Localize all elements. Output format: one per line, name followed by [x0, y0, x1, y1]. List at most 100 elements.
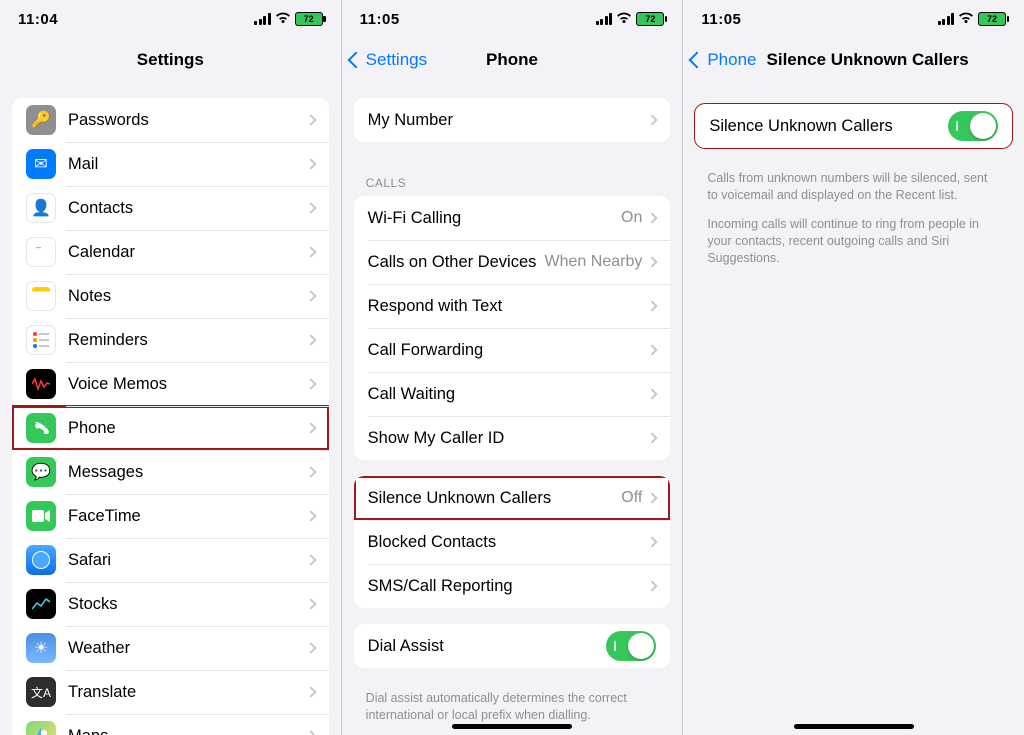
call-forwarding-row[interactable]: Call Forwarding	[354, 328, 671, 372]
mail-icon: ✉︎	[26, 149, 56, 179]
safari-icon	[26, 545, 56, 575]
sms-call-reporting-row[interactable]: SMS/Call Reporting	[354, 564, 671, 608]
chevron-left-icon	[347, 51, 364, 68]
battery-icon: 72	[295, 12, 323, 26]
nav-title: Settings	[137, 50, 204, 70]
chevron-right-icon	[305, 642, 316, 653]
notes-icon	[26, 281, 56, 311]
chevron-right-icon	[647, 114, 658, 125]
silence-unknown-callers-row[interactable]: Silence Unknown CallersOff	[354, 476, 671, 520]
back-button[interactable]: Settings	[350, 38, 427, 81]
wifi-calling-row[interactable]: Wi-Fi CallingOn	[354, 196, 671, 240]
settings-row-passwords[interactable]: 🔑Passwords	[12, 98, 329, 142]
settings-pane: 11:04 72 Settings 🔑Passwords ✉︎Mail 👤Con…	[0, 0, 342, 735]
key-icon: 🔑	[26, 105, 56, 135]
show-caller-id-row[interactable]: Show My Caller ID	[354, 416, 671, 460]
battery-icon: 72	[978, 12, 1006, 26]
chevron-right-icon	[647, 388, 658, 399]
settings-row-mail[interactable]: ✉︎Mail	[12, 142, 329, 186]
calls-other-devices-row[interactable]: Calls on Other DevicesWhen Nearby	[354, 240, 671, 284]
calendar-icon: –14	[26, 237, 56, 267]
settings-row-notes[interactable]: Notes	[12, 274, 329, 318]
chevron-right-icon	[305, 158, 316, 169]
silence-unknown-callers-toggle[interactable]	[948, 111, 998, 141]
battery-icon: 72	[636, 12, 664, 26]
status-time: 11:04	[18, 11, 58, 28]
wifi-icon	[275, 11, 291, 28]
settings-row-weather[interactable]: ☀︎Weather	[12, 626, 329, 670]
settings-row-maps[interactable]: Maps	[12, 714, 329, 735]
nav-bar: Settings Phone	[342, 38, 683, 82]
chevron-right-icon	[305, 202, 316, 213]
weather-icon: ☀︎	[26, 633, 56, 663]
silence-unknown-callers-toggle-row: Silence Unknown Callers	[695, 104, 1012, 148]
messages-icon: 💬	[26, 457, 56, 487]
wifi-icon	[616, 11, 632, 28]
settings-row-phone[interactable]: Phone	[12, 406, 329, 450]
blocked-contacts-row[interactable]: Blocked Contacts	[354, 520, 671, 564]
chevron-right-icon	[647, 580, 658, 591]
signal-icon	[254, 13, 271, 25]
signal-icon	[596, 13, 613, 25]
chevron-right-icon	[647, 344, 658, 355]
status-time: 11:05	[701, 11, 741, 28]
voice-memos-icon	[26, 369, 56, 399]
settings-row-contacts[interactable]: 👤Contacts	[12, 186, 329, 230]
chevron-right-icon	[305, 378, 316, 389]
status-bar: 11:05 72	[683, 0, 1024, 38]
nav-title: Silence Unknown Callers	[767, 50, 969, 70]
chevron-right-icon	[647, 300, 658, 311]
settings-row-reminders[interactable]: Reminders	[12, 318, 329, 362]
nav-bar: Settings	[0, 38, 341, 82]
chevron-right-icon	[305, 246, 316, 257]
status-bar: 11:04 72	[0, 0, 341, 38]
my-number-row[interactable]: My Number	[354, 98, 671, 142]
calls-section-header: CALLS	[342, 158, 683, 196]
phone-icon	[26, 413, 56, 443]
silence-footer-1: Calls from unknown numbers will be silen…	[683, 164, 1024, 206]
call-waiting-row[interactable]: Call Waiting	[354, 372, 671, 416]
phone-settings-pane: 11:05 72 Settings Phone My Number CALLS …	[342, 0, 684, 735]
settings-row-messages[interactable]: 💬Messages	[12, 450, 329, 494]
dial-assist-footer: Dial assist automatically determines the…	[342, 684, 683, 726]
chevron-right-icon	[305, 422, 316, 433]
chevron-right-icon	[305, 598, 316, 609]
settings-row-voice-memos[interactable]: Voice Memos	[12, 362, 329, 406]
settings-row-translate[interactable]: 文ATranslate	[12, 670, 329, 714]
settings-row-safari[interactable]: Safari	[12, 538, 329, 582]
silence-footer-2: Incoming calls will continue to ring fro…	[683, 206, 1024, 269]
chevron-right-icon	[305, 114, 316, 125]
wifi-icon	[958, 11, 974, 28]
nav-bar: Phone Silence Unknown Callers	[683, 38, 1024, 82]
translate-icon: 文A	[26, 677, 56, 707]
chevron-right-icon	[305, 554, 316, 565]
status-bar: 11:05 72	[342, 0, 683, 38]
chevron-left-icon	[689, 51, 706, 68]
home-indicator[interactable]	[452, 724, 572, 729]
reminders-icon	[26, 325, 56, 355]
stocks-icon	[26, 589, 56, 619]
chevron-right-icon	[647, 536, 658, 547]
chevron-right-icon	[305, 686, 316, 697]
chevron-right-icon	[647, 212, 658, 223]
chevron-right-icon	[305, 334, 316, 345]
contacts-icon: 👤	[26, 193, 56, 223]
settings-group: 🔑Passwords ✉︎Mail 👤Contacts –14Calendar …	[12, 98, 329, 735]
chevron-right-icon	[647, 256, 658, 267]
home-indicator[interactable]	[794, 724, 914, 729]
status-time: 11:05	[360, 11, 400, 28]
maps-icon	[26, 721, 56, 735]
respond-with-text-row[interactable]: Respond with Text	[354, 284, 671, 328]
chevron-right-icon	[305, 730, 316, 735]
silence-unknown-callers-pane: 11:05 72 Phone Silence Unknown Callers S…	[683, 0, 1024, 735]
settings-row-stocks[interactable]: Stocks	[12, 582, 329, 626]
signal-icon	[938, 13, 955, 25]
chevron-right-icon	[305, 466, 316, 477]
back-button[interactable]: Phone	[691, 50, 756, 70]
settings-row-facetime[interactable]: FaceTime	[12, 494, 329, 538]
dial-assist-toggle[interactable]	[606, 631, 656, 661]
nav-title: Phone	[486, 50, 538, 70]
chevron-right-icon	[647, 492, 658, 503]
chevron-right-icon	[647, 432, 658, 443]
settings-row-calendar[interactable]: –14Calendar	[12, 230, 329, 274]
